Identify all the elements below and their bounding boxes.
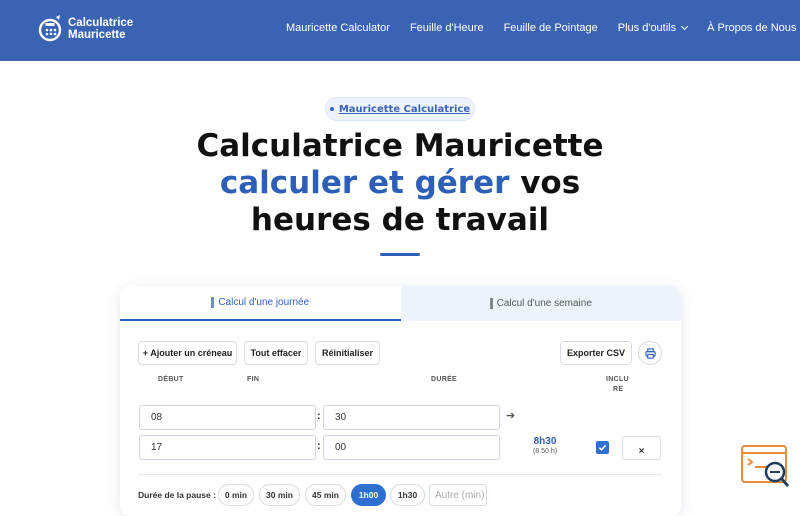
chevron-down-icon (681, 22, 689, 31)
brand-line1: Calculatrice (68, 17, 134, 29)
pause-option-30min[interactable]: 30 min (259, 484, 300, 506)
column-include-header: INCLU (606, 376, 629, 383)
site-logo[interactable]: Calculatrice Mauricette (38, 14, 133, 44)
brand-name: Calculatrice Mauricette (68, 17, 133, 41)
title-accent: calculer et gérer (219, 165, 510, 201)
nav-item-mauricette-calculator[interactable]: Mauricette Calculator (286, 22, 390, 34)
column-duration-header: DURÉE (431, 376, 458, 383)
end-hour-input[interactable]: 17 (139, 435, 316, 460)
print-button[interactable] (638, 341, 662, 365)
end-minute-input[interactable]: 00 (323, 435, 500, 460)
add-slot-button[interactable]: + Ajouter un créneau (138, 341, 237, 365)
nav-item-feuille-heure[interactable]: Feuille d'Heure (410, 22, 484, 34)
nav-label: Mauricette Calculator (286, 22, 390, 34)
time-separator: : (317, 440, 321, 452)
column-include-header-cont: RE (613, 386, 624, 393)
bullet-icon (329, 107, 334, 111)
duration-result: 8h30 (8.50 h) (520, 436, 570, 455)
tab-week[interactable]: Calcul d'une semaine (400, 286, 681, 321)
hero-badge[interactable]: Mauricette Calculatrice (325, 97, 475, 121)
export-csv-button[interactable]: Exporter CSV (560, 341, 632, 365)
page-title: Calculatrice Mauricette calculer et gére… (0, 128, 800, 239)
start-hour-input[interactable]: 08 (139, 405, 316, 430)
calculator-tabs: Calcul d'une journée Calcul d'une semain… (120, 286, 681, 321)
title-line2-rest: vos (509, 165, 581, 201)
duration-value: 8h30 (533, 436, 557, 447)
pause-option-1h00[interactable]: 1h00 (351, 484, 386, 506)
calculator-card: Calcul d'une journée Calcul d'une semain… (120, 286, 681, 516)
arrow-right-icon: ➔ (506, 410, 516, 422)
custom-pause-input[interactable]: Autre (min) (429, 484, 487, 506)
column-end-header: FIN (247, 376, 260, 383)
reset-button[interactable]: Réinitialiser (315, 341, 380, 365)
calculator-logo-icon (38, 14, 64, 44)
tab-week-icon (489, 298, 493, 309)
nav-label: À Propos de Nous (707, 22, 797, 34)
checkmark-icon (598, 444, 607, 451)
pause-option-0min[interactable]: 0 min (218, 484, 254, 506)
tab-label: Calcul d'une semaine (496, 298, 592, 309)
printer-icon (644, 347, 656, 359)
nav-item-feuille-pointage[interactable]: Feuille de Pointage (504, 22, 598, 34)
document-search-icon (741, 445, 790, 487)
section-divider (138, 474, 662, 475)
search-widget-button[interactable] (738, 443, 792, 491)
nav-label: Feuille de Pointage (503, 22, 598, 34)
title-line2: calculer et gérer vos (0, 165, 800, 202)
delete-slot-button[interactable]: × (622, 436, 661, 460)
nav-item-plus-outils[interactable]: Plus d'outils (617, 22, 689, 34)
clear-all-button[interactable]: Tout effacer (244, 341, 308, 365)
start-minute-input[interactable]: 30 (323, 405, 500, 430)
title-line1: Calculatrice Mauricette (196, 128, 604, 164)
site-header: Calculatrice Mauricette Mauricette Calcu… (0, 0, 800, 61)
main-nav: Mauricette Calculator Feuille d'Heure Fe… (286, 22, 800, 34)
tab-label: Calcul d'une journée (218, 297, 310, 308)
pause-option-1h30[interactable]: 1h30 (390, 484, 425, 506)
column-start-header: DÉBUT (158, 376, 184, 383)
nav-item-a-propos[interactable]: À Propos de Nous (707, 22, 800, 34)
title-line3: heures de travail (250, 202, 550, 238)
hero-badge-label: Mauricette Calculatrice (338, 103, 471, 115)
duration-decimal: (8.50 h) (532, 448, 558, 455)
pause-option-45min[interactable]: 45 min (305, 484, 346, 506)
tab-day-icon (211, 297, 215, 308)
include-checkbox[interactable] (596, 441, 609, 454)
time-separator: : (317, 410, 321, 422)
tab-day[interactable]: Calcul d'une journée (120, 286, 401, 321)
pause-label: Durée de la pause : (138, 490, 216, 500)
nav-label: Plus d'outils (617, 22, 677, 34)
brand-line2: Mauricette (68, 29, 126, 41)
title-divider (380, 253, 420, 256)
nav-label: Feuille d'Heure (409, 22, 484, 34)
